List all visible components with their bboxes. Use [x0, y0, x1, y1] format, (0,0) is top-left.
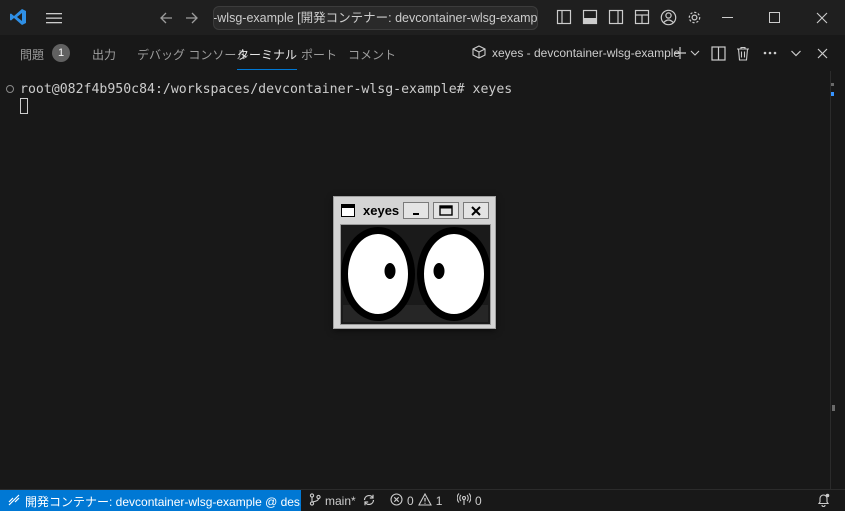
- command-decoration-icon[interactable]: [6, 85, 14, 93]
- tab-debug-console[interactable]: デバッグ コンソール: [137, 46, 248, 63]
- more-icon[interactable]: [761, 44, 779, 62]
- xeyes-window[interactable]: xeyes: [333, 196, 496, 329]
- minimize-icon[interactable]: [705, 0, 751, 35]
- collapse-panel-icon[interactable]: [787, 44, 805, 62]
- git-branch-icon: [309, 493, 321, 509]
- title-bar: er-wlsg-example [開発コンテナー: devcontainer-w…: [0, 0, 845, 35]
- tab-terminal[interactable]: ターミナル: [237, 46, 298, 70]
- ports-status-item[interactable]: 0: [456, 493, 482, 509]
- scrollbar-marker: [831, 92, 834, 96]
- panel-toggle-icon[interactable]: [581, 8, 599, 26]
- eyes-icon: [341, 225, 491, 324]
- container-icon: [472, 44, 486, 62]
- tab-problems[interactable]: 問題: [20, 46, 44, 63]
- chevron-down-icon[interactable]: [686, 44, 704, 62]
- remote-indicator[interactable]: 開発コンテナー: devcontainer-wlsg-example @ des…: [0, 490, 301, 511]
- xeyes-canvas: [340, 224, 491, 325]
- terminal-title[interactable]: xeyes - devcontainer-wlsg-example: [472, 44, 680, 62]
- close-icon[interactable]: [799, 0, 845, 35]
- warning-icon: [417, 492, 432, 509]
- error-icon: [390, 493, 403, 509]
- branch-label: main*: [325, 494, 356, 508]
- split-terminal-icon[interactable]: [709, 44, 727, 62]
- scrollbar-marker: [831, 83, 834, 86]
- terminal-cursor: [20, 98, 28, 114]
- xeyes-maximize-button[interactable]: [433, 202, 459, 219]
- terminal-scrollbar[interactable]: [830, 71, 831, 489]
- tab-comments[interactable]: コメント: [348, 46, 396, 63]
- xeyes-title: xeyes: [363, 203, 400, 218]
- maximize-icon[interactable]: [751, 0, 797, 35]
- trash-icon[interactable]: [734, 44, 752, 62]
- tab-ports[interactable]: ポート: [301, 46, 337, 63]
- tab-output[interactable]: 出力: [92, 46, 116, 63]
- window-icon: [341, 204, 355, 217]
- layout-icon[interactable]: [633, 8, 651, 26]
- account-icon[interactable]: [659, 8, 677, 26]
- scrollbar-marker: [832, 405, 835, 411]
- remote-label: 開発コンテナー: devcontainer-wlsg-example @ des…: [25, 494, 301, 509]
- sidebar-right-icon[interactable]: [607, 8, 625, 26]
- xeyes-minimize-button[interactable]: [403, 202, 429, 219]
- arrow-left-icon[interactable]: [156, 8, 176, 28]
- branch-item[interactable]: main*: [309, 493, 356, 509]
- command-center-text: er-wlsg-example [開発コンテナー: devcontainer-w…: [213, 11, 538, 25]
- terminal-title-label: xeyes - devcontainer-wlsg-example: [492, 46, 681, 60]
- problems-count-badge: 1: [52, 44, 70, 62]
- ports-count: 0: [475, 494, 482, 508]
- sync-icon[interactable]: [362, 493, 376, 507]
- warning-count: 1: [435, 494, 443, 508]
- vscode-logo-icon: [8, 7, 28, 27]
- close-panel-icon[interactable]: [813, 44, 831, 62]
- remote-icon: [8, 494, 20, 509]
- menu-icon[interactable]: [44, 8, 64, 28]
- broadcast-icon: [456, 493, 472, 509]
- status-bar: 開発コンテナー: devcontainer-wlsg-example @ des…: [0, 489, 845, 511]
- sidebar-left-icon[interactable]: [555, 8, 573, 26]
- error-count: 0: [407, 494, 414, 508]
- terminal-line: root@082f4b950c84:/workspaces/devcontain…: [20, 82, 513, 97]
- xeyes-close-button[interactable]: [463, 202, 489, 219]
- gear-icon[interactable]: [685, 8, 703, 26]
- arrow-right-icon[interactable]: [182, 8, 202, 28]
- notifications-bell-icon[interactable]: [817, 493, 830, 507]
- problems-status-item[interactable]: 0 1: [390, 492, 443, 509]
- command-center[interactable]: er-wlsg-example [開発コンテナー: devcontainer-w…: [213, 6, 538, 30]
